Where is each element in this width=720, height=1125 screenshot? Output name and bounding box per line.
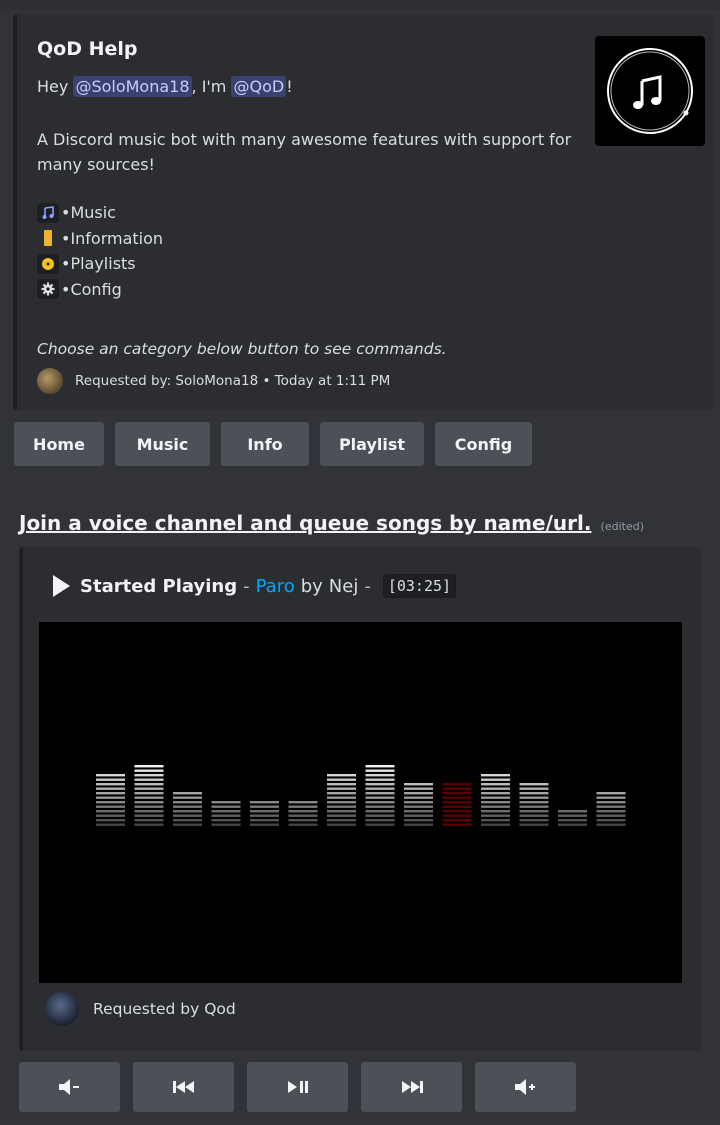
instruction-text: Choose an category below button to see c… [37,340,447,358]
separator: - [243,575,250,597]
user-mention[interactable]: @SoloMona18 [73,76,192,97]
equalizer-bar [250,801,279,826]
equalizer-bar [442,783,472,826]
equalizer-bars [96,765,626,826]
song-link[interactable]: Paro [256,576,295,597]
bot-thumbnail [595,36,705,146]
category-playlists: •Playlists [37,251,163,277]
equalizer-bar [365,765,395,826]
information-icon [37,228,59,249]
equalizer-image [39,622,682,983]
category-config: •Config [37,277,163,303]
equalizer-bar [596,792,626,826]
requester-avatar [37,368,63,394]
qod-avatar [45,992,79,1026]
artist-name: Nej [328,575,359,597]
play-pause-button[interactable] [247,1062,348,1112]
equalizer-bar [288,801,318,826]
category-information: •Information [37,226,163,252]
equalizer-bar [519,783,549,826]
music-button[interactable]: Music [115,422,210,466]
gear-icon [37,279,59,300]
playlist-disc-icon [37,253,59,274]
bot-mention[interactable]: @QoD [231,76,287,97]
equalizer-bar [327,774,356,826]
category-label: •Config [61,279,122,299]
separator: - [364,575,371,597]
previous-track-button[interactable] [133,1062,234,1112]
duration-code: [03:25] [382,574,457,598]
embed-description: A Discord music bot with many awesome fe… [37,130,572,174]
equalizer-bar [558,810,587,826]
category-label: •Playlists [61,254,136,274]
equalizer-bar [134,765,164,826]
greeting-suffix: ! [286,77,293,96]
equalizer-bar [96,774,125,826]
edited-label: (edited) [600,520,644,533]
volume-down-icon [58,1079,79,1095]
equalizer-bar [211,801,241,826]
greeting-middle: , I'm [191,77,227,96]
music-logo-icon [607,48,693,134]
category-label: •Music [61,203,116,223]
player-embed: Started Playing - Paro by Nej - [03:25] … [19,547,701,1051]
now-playing-title: Started Playing - Paro by Nej - [03:25] [53,574,457,598]
status-text: Started Playing [80,575,238,597]
category-list: •Music •Information •Playlists •Config [37,200,163,302]
next-track-button[interactable] [361,1062,462,1112]
category-music: •Music [37,200,163,226]
equalizer-bar [173,792,202,826]
previous-track-icon [172,1081,194,1093]
message-link[interactable]: Join a voice channel and queue songs by … [19,511,591,535]
category-label: •Information [61,228,164,248]
playback-controls [19,1062,576,1112]
play-pause-icon [287,1081,308,1093]
embed-footer: Requested by: SoloMona18 • Today at 1:11… [37,368,390,394]
category-button-row: Home Music Info Playlist Config [14,422,532,466]
volume-down-button[interactable] [19,1062,120,1112]
next-track-icon [401,1081,423,1093]
message-line: Join a voice channel and queue songs by … [19,511,644,535]
music-note-icon [37,202,59,223]
config-button[interactable]: Config [435,422,532,466]
by-text: by [300,575,323,597]
equalizer-bar [481,774,510,826]
playlist-button[interactable]: Playlist [320,422,424,466]
greeting-line: Hey @SoloMona18, I'm @QoD! [37,76,293,97]
top-divider [0,0,720,10]
home-button[interactable]: Home [14,422,104,466]
equalizer-bar [404,783,433,826]
player-footer-text: Requested by Qod [93,1000,236,1018]
info-button[interactable]: Info [221,422,309,466]
volume-up-icon [514,1079,535,1095]
volume-up-button[interactable] [475,1062,576,1112]
play-icon [53,575,70,597]
greeting-prefix: Hey [37,77,69,96]
embed-title: QoD Help [37,38,138,60]
help-embed: QoD Help Hey @SoloMona18, I'm @QoD! A Di… [13,14,713,410]
footer-text: Requested by: SoloMona18 • Today at 1:11… [75,373,391,389]
player-footer: Requested by Qod [45,992,236,1026]
